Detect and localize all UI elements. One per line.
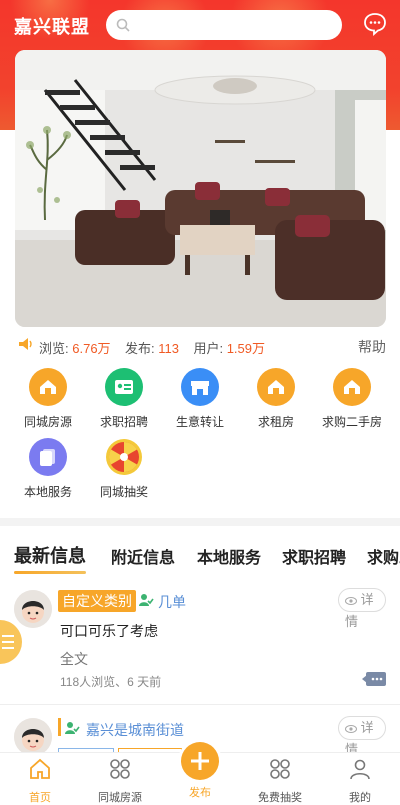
house-icon: [257, 368, 295, 406]
category-local-service[interactable]: 本地服务: [10, 438, 86, 500]
avatar[interactable]: [14, 718, 52, 756]
house-icon: [29, 368, 67, 406]
users-value: 1.59万: [226, 341, 266, 356]
house-icon: [333, 368, 371, 406]
prize-wheel-icon: [105, 438, 143, 476]
section-divider: [0, 518, 400, 526]
verified-user-icon: [139, 594, 154, 606]
banner-image[interactable]: [15, 50, 386, 327]
hero-header: 嘉兴联盟: [0, 0, 400, 340]
message-icon[interactable]: [362, 11, 388, 37]
views-value: 6.76万: [72, 341, 111, 356]
speaker-icon: [19, 338, 32, 350]
post-meta: 118人浏览、6 天前: [60, 675, 162, 689]
nav-housing[interactable]: 同城房源: [80, 753, 160, 804]
post-content: 可口可乐了考虑: [60, 623, 158, 639]
views-label: 浏览:: [39, 341, 69, 356]
tab-local-service[interactable]: 本地服务: [197, 544, 261, 568]
help-link[interactable]: 帮助: [358, 337, 386, 357]
id-card-icon: [105, 368, 143, 406]
category-label: 生意转让: [175, 415, 224, 429]
category-housing[interactable]: 同城房源: [10, 368, 86, 430]
category-label: 同城房源: [23, 415, 72, 429]
post-separator: [0, 704, 400, 705]
avatar[interactable]: [14, 590, 52, 628]
user-icon: [350, 759, 370, 780]
detail-button[interactable]: 详情: [338, 588, 386, 629]
grid-icon: [110, 759, 130, 779]
eye-icon: [345, 597, 357, 605]
eye-icon: [345, 725, 357, 733]
author-name[interactable]: 嘉兴是城南街道: [86, 720, 184, 740]
category-label: 求租房: [257, 415, 294, 429]
posts-label: 发布:: [125, 341, 155, 356]
category-label: 求职招聘: [99, 415, 148, 429]
tab-jobs[interactable]: 求职招聘: [282, 544, 346, 568]
tab-latest[interactable]: 最新信息: [14, 542, 86, 574]
publish-button[interactable]: [181, 742, 219, 780]
nav-label: 我的: [349, 792, 371, 804]
nav-home[interactable]: 首页: [0, 753, 80, 804]
users-label: 用户:: [193, 341, 224, 356]
floating-menu-button[interactable]: [0, 620, 22, 664]
share-icon[interactable]: [362, 670, 386, 688]
nav-free-lottery[interactable]: 免费抽奖: [240, 753, 320, 804]
category-jobs[interactable]: 求职招聘: [86, 368, 162, 430]
nav-label: 免费抽奖: [258, 792, 302, 804]
category-label: 同城抽奖: [99, 485, 148, 499]
feed-tabs: 最新信息 附近信息 本地服务 求职招聘 求购二: [0, 540, 400, 576]
category-label: 本地服务: [23, 485, 72, 499]
category-label: 求购二手房: [321, 415, 382, 429]
tab-buy[interactable]: 求购二: [367, 544, 400, 568]
nav-label: 同城房源: [98, 792, 142, 804]
search-input[interactable]: [106, 10, 342, 40]
fulltext-link[interactable]: 全文: [60, 649, 88, 669]
verified-user-icon: [65, 722, 80, 734]
category-business-transfer[interactable]: 生意转让: [162, 368, 238, 430]
brand-title: 嘉兴联盟: [14, 17, 90, 37]
category-lottery[interactable]: 同城抽奖: [86, 438, 162, 500]
nav-label: 首页: [29, 792, 51, 804]
shop-icon: [181, 368, 219, 406]
category-buy-second-hand[interactable]: 求购二手房: [314, 368, 390, 430]
category-tag: 自定义类别: [58, 590, 136, 612]
posts-value: 113: [158, 341, 179, 356]
grid-icon: [270, 759, 290, 779]
home-icon: [30, 758, 50, 779]
tab-nearby[interactable]: 附近信息: [111, 544, 175, 568]
plus-icon: [191, 752, 209, 770]
category-tag-marker: [58, 718, 61, 736]
stats-text: 浏览: 6.76万 发布: 113 用户: 1.59万: [39, 338, 265, 357]
top-bar: 嘉兴联盟: [0, 8, 400, 42]
category-rent-wanted[interactable]: 求租房: [238, 368, 314, 430]
stats-bar: 浏览: 6.76万 发布: 113 用户: 1.59万 帮助: [0, 330, 400, 360]
menu-icon: [2, 635, 14, 637]
documents-icon: [29, 438, 67, 476]
living-room-photo: [15, 50, 386, 327]
nav-label: 发布: [189, 787, 211, 799]
nav-mine[interactable]: 我的: [320, 753, 400, 804]
search-icon: [116, 18, 130, 32]
author-name[interactable]: 几单: [158, 592, 186, 612]
detail-button[interactable]: 详情: [338, 716, 386, 757]
